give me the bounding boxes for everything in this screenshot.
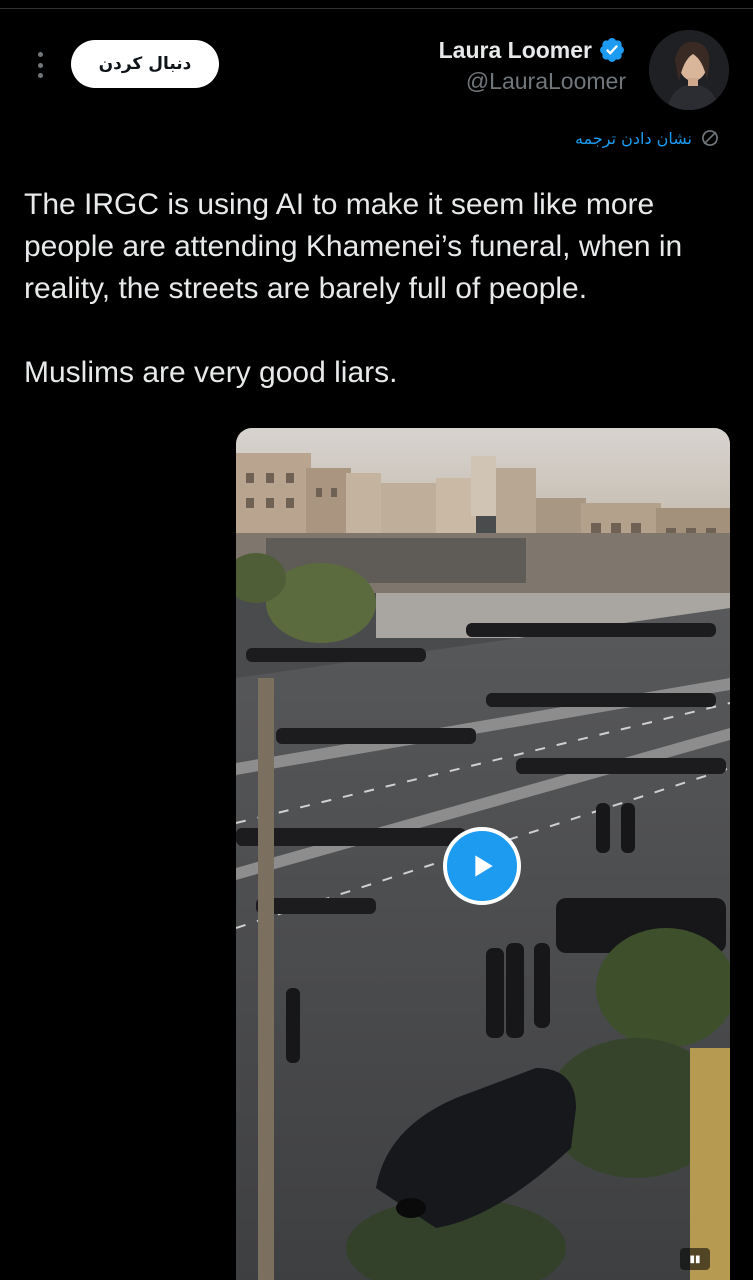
translate-icon (702, 130, 718, 146)
show-translation[interactable]: نشان دادن ترجمه (575, 128, 720, 148)
show-translation-label[interactable]: نشان دادن ترجمه (575, 129, 692, 148)
avatar[interactable] (649, 30, 729, 110)
tweet-screen: دنبال کردن Laura Loomer @LauraLoomer نشا… (0, 0, 753, 1280)
tweet-paragraph: The IRGC is using AI to make it seem lik… (24, 188, 683, 305)
author-block[interactable]: Laura Loomer @LauraLoomer (439, 36, 626, 95)
tweet-body: The IRGC is using AI to make it seem lik… (24, 184, 729, 394)
follow-button[interactable]: دنبال کردن (71, 40, 219, 88)
video-badge-icon: ▮▮ (680, 1248, 710, 1270)
avatar-image (649, 30, 729, 110)
author-handle[interactable]: @LauraLoomer (439, 68, 626, 95)
play-button[interactable] (443, 827, 521, 905)
author-name[interactable]: Laura Loomer (439, 37, 592, 64)
top-divider (0, 0, 753, 9)
play-icon (475, 855, 493, 877)
tweet-paragraph: Muslims are very good liars. (24, 356, 398, 389)
more-options-icon[interactable] (28, 50, 52, 80)
verified-badge-icon (600, 38, 624, 62)
